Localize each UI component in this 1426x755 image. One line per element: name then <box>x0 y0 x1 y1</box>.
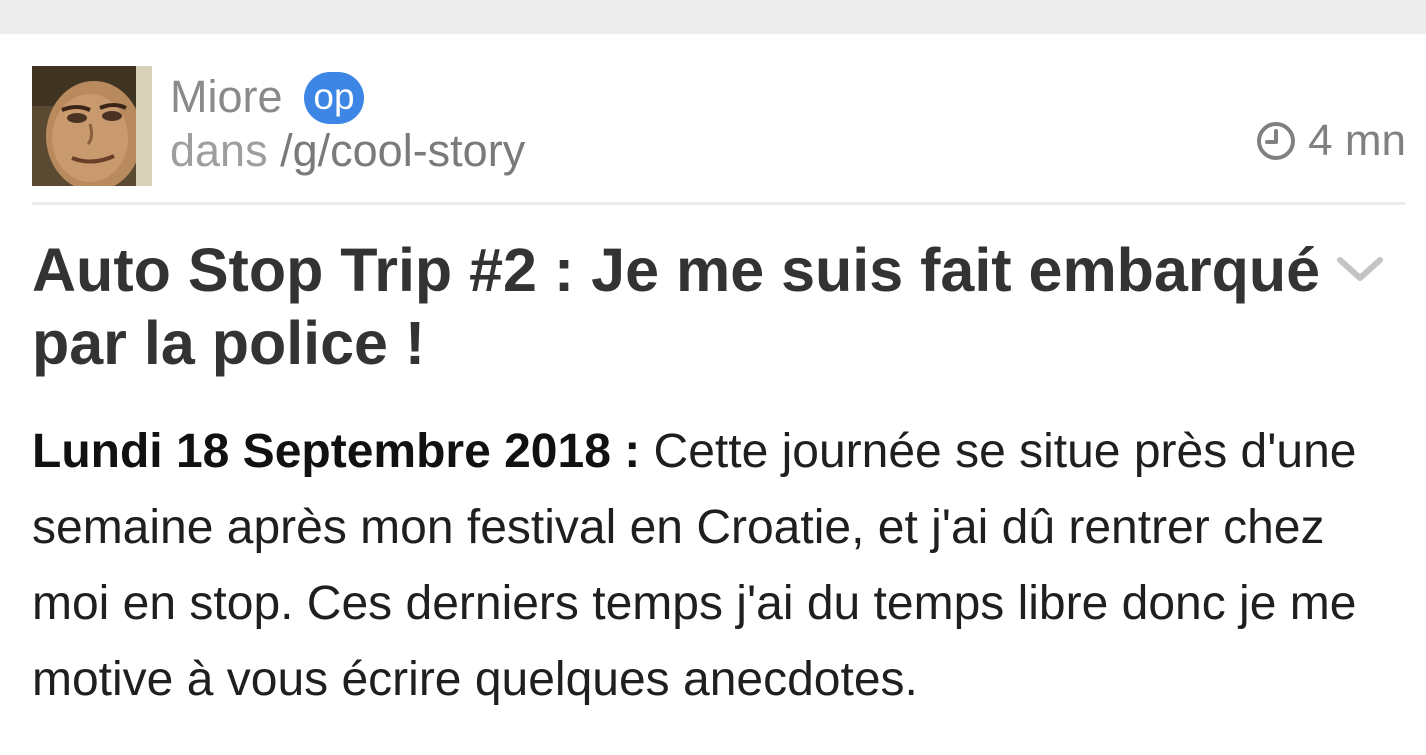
clock-icon <box>1257 122 1296 160</box>
header-divider <box>32 202 1406 205</box>
top-band <box>0 0 1426 34</box>
post-card: Miore op dans /g/cool-story 4 mn Auto St… <box>0 34 1426 755</box>
community-prefix: dans <box>170 125 268 176</box>
community-line: dans /g/cool-story <box>170 124 525 178</box>
post-title[interactable]: Auto Stop Trip #2 : Je me suis fait emba… <box>32 234 1332 380</box>
post-timestamp: 4 mn <box>1256 114 1406 168</box>
post-body: Lundi 18 Septembre 2018 : Cette journée … <box>32 414 1412 718</box>
avatar[interactable] <box>32 66 152 186</box>
time-ago: 4 mn <box>1308 116 1406 165</box>
post-date-label: Lundi 18 Septembre 2018 : <box>32 425 641 478</box>
community-link[interactable]: /g/cool-story <box>280 125 525 176</box>
author-name[interactable]: Miore <box>170 70 283 124</box>
chevron-down-icon[interactable] <box>1335 244 1385 294</box>
op-badge: op <box>304 72 364 124</box>
